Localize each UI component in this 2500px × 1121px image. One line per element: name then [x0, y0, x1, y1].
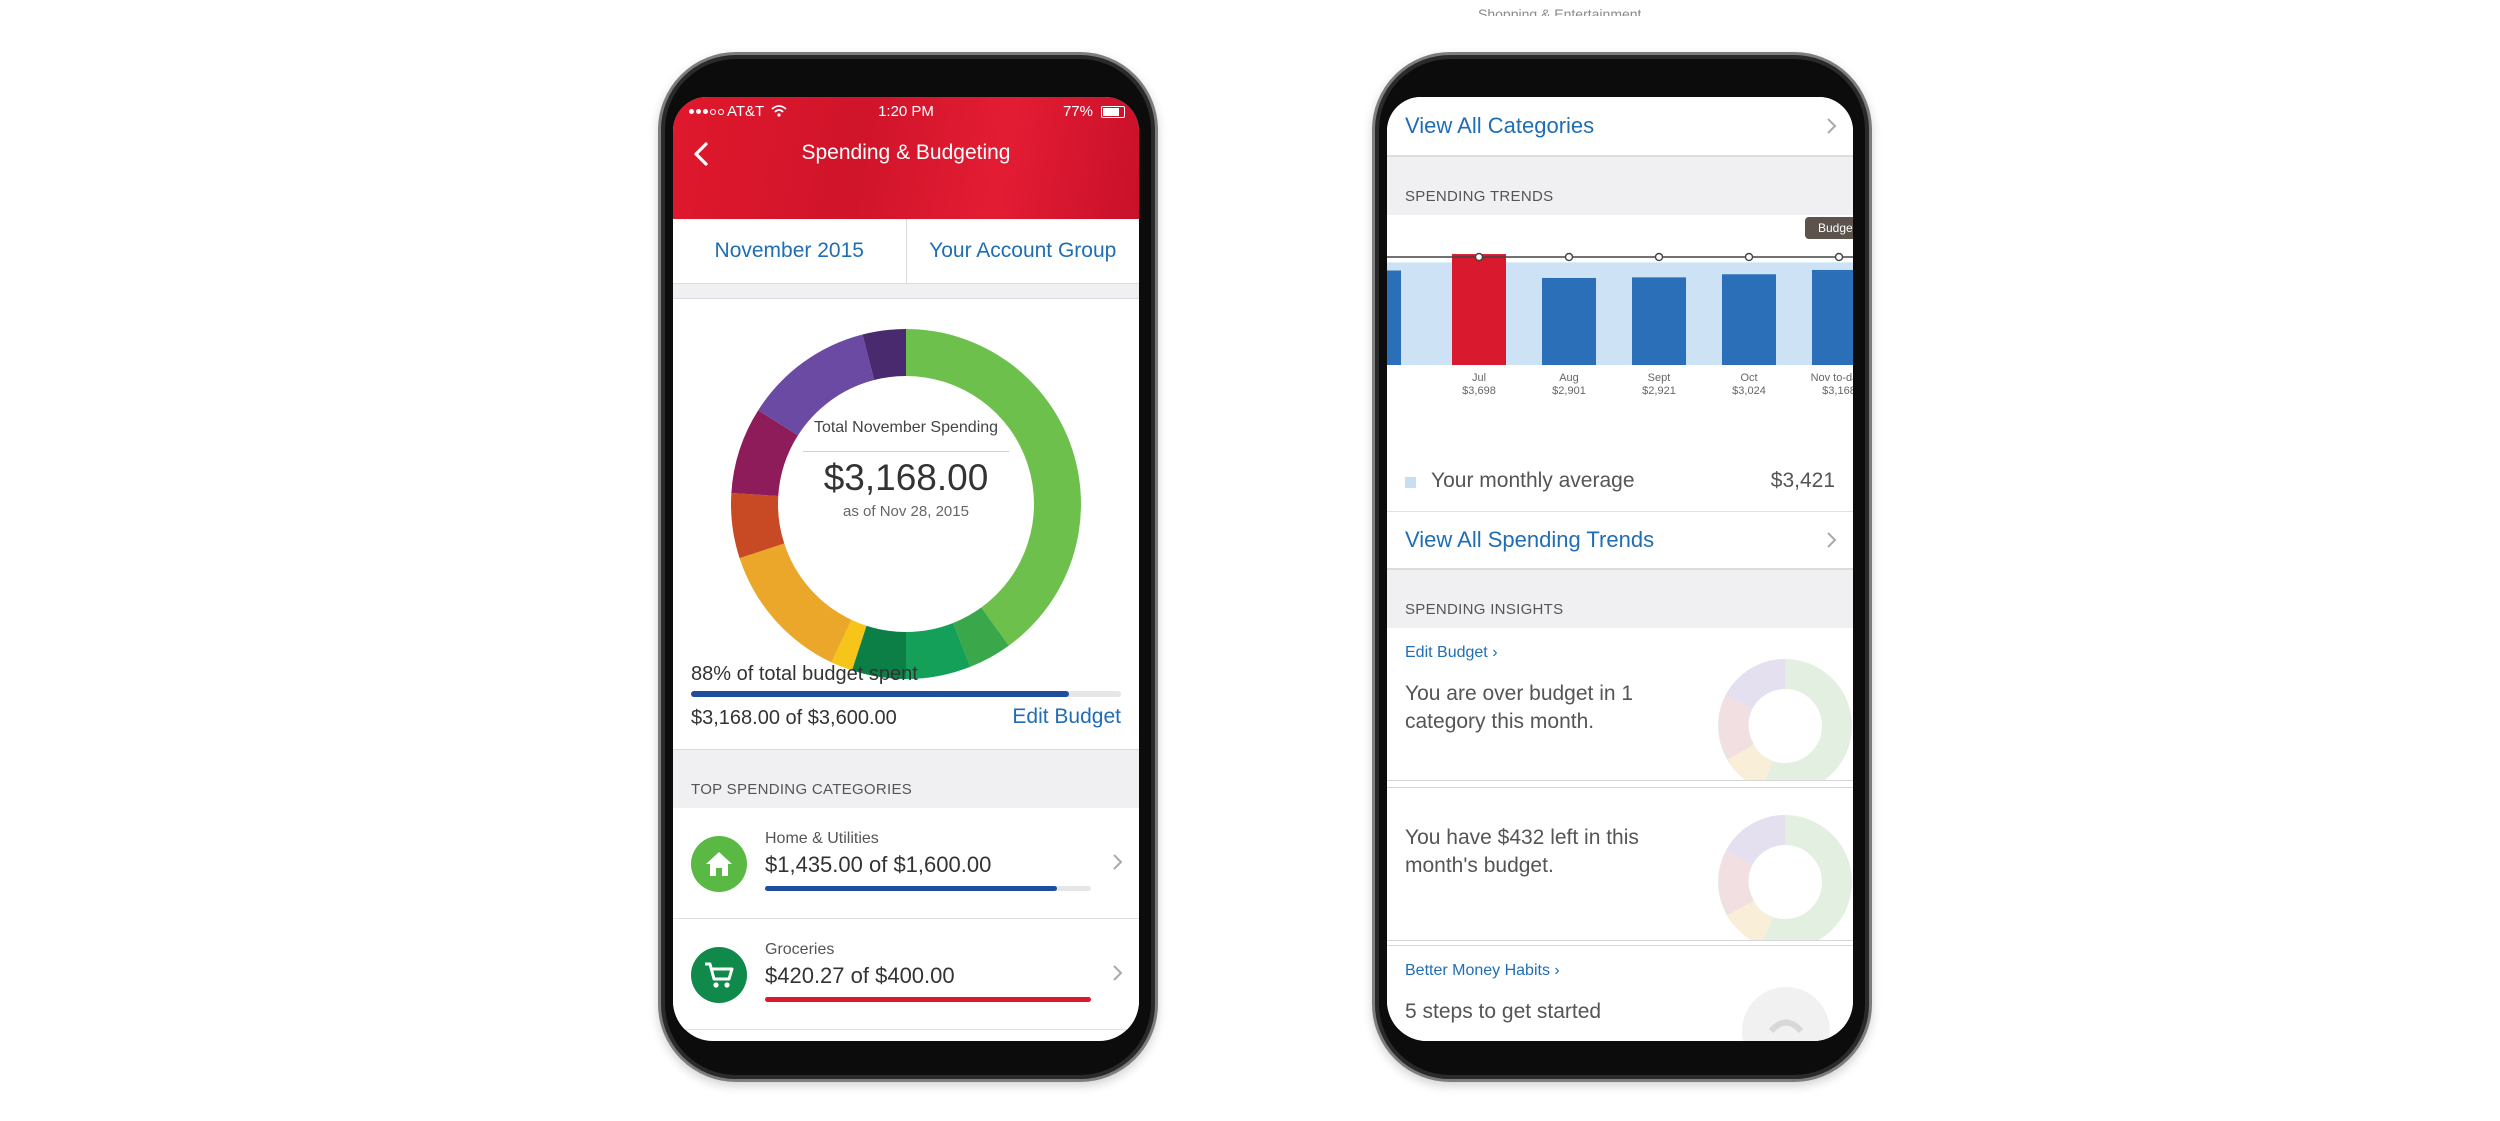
screen-trends-insights: View All Categories SPENDING TRENDS Jul $…: [1387, 97, 1853, 1041]
faded-graphic: [1742, 987, 1830, 1041]
trends-bar-chart: Jul$3,698 Aug$2,901 Sept$2,921 Oct$3,024 Nov…: [1387, 217, 1853, 397]
section-title: SPENDING TRENDS: [1405, 188, 1554, 205]
partial-caption: Shopping & Entertainment: [1478, 6, 1642, 16]
section-title: SPENDING INSIGHTS: [1405, 601, 1564, 618]
bar-sept: [1632, 277, 1686, 365]
insight-card-money-habits: Better Money Habits › 5 steps to get sta…: [1387, 945, 1853, 1041]
section-title: TOP SPENDING CATEGORIES: [691, 781, 913, 798]
budget-percent-text: 88% of total budget spent: [691, 663, 918, 685]
status-bar: AT&T 1:20 PM 77%: [673, 103, 1139, 125]
category-row-home[interactable]: Home & Utilities $1,435.00 of $1,600.00: [673, 808, 1139, 919]
view-all-categories-link[interactable]: View All Categories: [1405, 113, 1594, 139]
as-of-date: as of Nov 28, 2015: [843, 503, 969, 520]
value-label: $3,024: [1732, 385, 1766, 397]
insight-card-over-budget: Edit Budget › You are over budget in 1 c…: [1387, 628, 1853, 781]
bar-nov-to-date: [1812, 269, 1853, 365]
category-progress-fill: [765, 886, 1058, 891]
spending-trends-header: SPENDING TRENDS: [1387, 156, 1853, 216]
app-header: AT&T 1:20 PM 77% Spending & Budgeting: [673, 97, 1139, 219]
category-progress-bar: [765, 997, 1091, 1002]
link-label: Edit Budget: [1405, 644, 1488, 661]
tick-label: Aug: [1559, 372, 1579, 384]
chevron-right-icon: [1827, 532, 1837, 548]
bar-previous-partial: [1387, 270, 1401, 365]
faded-donut-graphic: [1718, 659, 1852, 780]
budget-badge-label: Budget: [1818, 221, 1853, 235]
bar-oct: [1722, 274, 1776, 365]
cart-icon: [691, 947, 747, 1003]
divider: [673, 284, 1139, 299]
chevron-right-icon: [1827, 118, 1837, 134]
category-name: Groceries: [765, 941, 835, 958]
value-label: $3,168: [1822, 385, 1853, 397]
insight-card-budget-left: You have $432 left in this month's budge…: [1387, 787, 1853, 941]
page-title: Spending & Budgeting: [801, 141, 1011, 164]
tick-label: Sept: [1648, 372, 1671, 384]
bar-jul: [1452, 254, 1506, 365]
chevron-right-icon: ›: [1492, 644, 1498, 661]
insight-text: 5 steps to get started: [1405, 1000, 1602, 1023]
average-label: Your monthly average: [1431, 469, 1635, 492]
battery-icon: [1101, 106, 1125, 118]
value-label: $2,921: [1642, 385, 1676, 397]
insight-text: You have $432 left in this month's budge…: [1405, 826, 1639, 877]
chevron-right-icon: [1113, 965, 1123, 981]
chevron-right-icon: ›: [1554, 962, 1560, 979]
bar-aug: [1542, 277, 1596, 365]
phone-frame-left: AT&T 1:20 PM 77% Spending & Budgeting No…: [658, 52, 1158, 1082]
insight-text: You are over budget in 1 category this m…: [1405, 682, 1634, 733]
faded-donut-graphic: [1718, 815, 1852, 940]
edit-budget-link[interactable]: Edit Budget ›: [1405, 644, 1498, 662]
monthly-average-row: Your monthly average $3,421: [1387, 455, 1853, 512]
budget-marker: [1834, 252, 1844, 262]
tick-label: Oct: [1740, 372, 1757, 384]
tab-account-group[interactable]: Your Account Group: [905, 219, 1140, 283]
category-progress-bar: [765, 886, 1091, 891]
tick-label: Jul: [1472, 372, 1486, 384]
average-value: $3,421: [1770, 469, 1835, 492]
view-all-categories-row[interactable]: View All Categories: [1387, 97, 1853, 156]
category-row-groceries[interactable]: Groceries $420.27 of $400.00: [673, 919, 1139, 1030]
value-label: $3,698: [1462, 385, 1496, 397]
spending-trends-chart: Jul $3,698 Aug $2,901 Sept $2,921 Oct $3,024 Nov…: [1387, 215, 1853, 455]
category-progress-fill: [765, 997, 1091, 1002]
budget-amount: $3,168.00 of $3,600.00: [691, 707, 897, 729]
donut-divider: [803, 451, 1009, 452]
tab-month[interactable]: November 2015: [673, 219, 906, 283]
donut-segment-5: [739, 543, 852, 663]
budget-marker: [1654, 252, 1664, 262]
budget-marker: [1564, 252, 1574, 262]
budget-progress-fill: [691, 691, 1070, 697]
category-name: Home & Utilities: [765, 830, 879, 847]
budget-marker: [1744, 252, 1754, 262]
battery-percent: 77%: [1062, 103, 1093, 120]
tick-label: Nov to-date: [1811, 372, 1853, 384]
average-swatch: [1405, 477, 1416, 488]
budget-marker: [1474, 252, 1484, 262]
budget-progress-bar: [691, 691, 1121, 697]
top-categories-header: TOP SPENDING CATEGORIES: [673, 749, 1139, 809]
category-amount: $420.27 of $400.00: [765, 963, 955, 988]
better-money-habits-link[interactable]: Better Money Habits ›: [1405, 962, 1560, 980]
period-tabs: November 2015 Your Account Group: [673, 219, 1139, 284]
category-amount: $1,435.00 of $1,600.00: [765, 852, 992, 877]
total-spending-amount: $3,168.00: [823, 457, 989, 498]
home-icon: [691, 836, 747, 892]
donut-label: Total November Spending: [813, 419, 999, 436]
value-label: $2,901: [1552, 385, 1586, 397]
view-all-trends-row[interactable]: View All Spending Trends: [1387, 512, 1853, 569]
edit-budget-link[interactable]: Edit Budget: [1012, 705, 1121, 729]
view-all-trends-link[interactable]: View All Spending Trends: [1405, 527, 1654, 553]
spending-insights-header: SPENDING INSIGHTS: [1387, 569, 1853, 629]
screen-spending-budgeting: AT&T 1:20 PM 77% Spending & Budgeting No…: [673, 97, 1139, 1041]
chevron-right-icon: [1113, 854, 1123, 870]
phone-frame-right: View All Categories SPENDING TRENDS Jul $…: [1372, 52, 1872, 1082]
link-label: Better Money Habits: [1405, 962, 1550, 979]
